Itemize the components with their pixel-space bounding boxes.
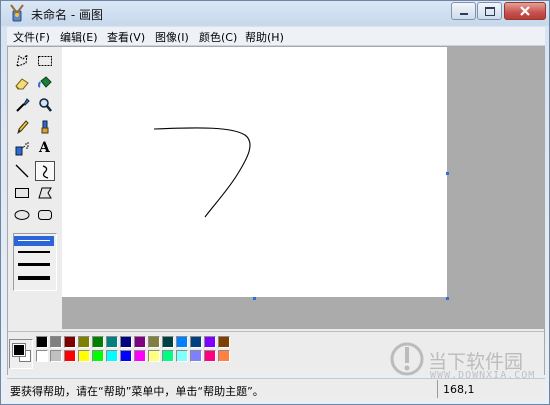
window-title: 未命名 - 画图 — [31, 8, 103, 22]
free-form-select-tool[interactable] — [12, 51, 32, 71]
status-help-text: 要获得帮助，请在“帮助”菜单中，单击“帮助主题”。 — [10, 385, 264, 398]
color-swatch[interactable] — [78, 336, 90, 348]
airbrush-tool[interactable] — [12, 139, 32, 159]
menu-edit[interactable]: 编辑(E) — [60, 29, 98, 45]
line-width-1[interactable] — [18, 240, 50, 241]
rounded-rect-tool[interactable] — [35, 205, 55, 225]
color-swatch[interactable] — [134, 336, 146, 348]
rect-select-icon — [38, 56, 52, 66]
resize-handle-corner[interactable] — [446, 297, 449, 300]
brush-tool[interactable] — [35, 117, 55, 137]
close-icon — [520, 6, 530, 16]
drawing-canvas[interactable] — [62, 47, 447, 297]
rectangle-icon — [15, 188, 29, 198]
color-swatch[interactable] — [78, 350, 90, 362]
paint-app-icon — [10, 4, 24, 22]
eyedropper-icon — [16, 98, 30, 112]
color-swatch[interactable] — [120, 336, 132, 348]
magnifier-tool[interactable] — [35, 95, 55, 115]
menu-help[interactable]: 帮助(H) — [245, 29, 284, 45]
pick-color-tool[interactable] — [12, 95, 32, 115]
line-width-selector — [13, 233, 57, 291]
curve-stroke — [153, 127, 251, 218]
color-swatch[interactable] — [50, 350, 62, 362]
eraser-tool[interactable] — [12, 73, 32, 93]
menu-image[interactable]: 图像(I) — [155, 29, 189, 45]
current-colors — [9, 339, 33, 369]
rect-select-tool[interactable] — [35, 51, 55, 71]
color-swatch[interactable] — [50, 336, 62, 348]
ellipse-icon — [14, 210, 30, 220]
polygon-icon — [38, 187, 52, 199]
watermark-logo-icon — [390, 342, 424, 376]
line-width-4[interactable] — [18, 276, 50, 280]
color-swatch[interactable] — [190, 350, 202, 362]
foreground-color[interactable] — [12, 343, 26, 357]
brush-icon — [41, 120, 49, 134]
color-swatch[interactable] — [162, 350, 174, 362]
color-swatch[interactable] — [36, 336, 48, 348]
color-swatch[interactable] — [148, 336, 160, 348]
menu-view[interactable]: 查看(V) — [107, 29, 145, 45]
color-swatch[interactable] — [106, 350, 118, 362]
color-swatch[interactable] — [64, 336, 76, 348]
airbrush-icon — [15, 142, 29, 156]
paint-window: 未命名 - 画图 文件(F) 编辑(E) 查看(V) 图像(I) 颜色(C) 帮… — [0, 0, 550, 405]
color-swatch[interactable] — [218, 350, 230, 362]
text-tool[interactable]: A — [35, 139, 55, 159]
magnifier-icon — [39, 98, 52, 112]
line-width-2[interactable] — [18, 251, 50, 253]
color-swatch[interactable] — [162, 336, 174, 348]
color-swatch[interactable] — [92, 350, 104, 362]
client-area: A — [7, 46, 545, 375]
color-swatch[interactable] — [190, 336, 202, 348]
color-swatch[interactable] — [148, 350, 160, 362]
watermark-url: WWW.DOWNXIA.COM — [430, 370, 536, 381]
fill-bucket-icon — [38, 76, 52, 88]
rounded-rect-icon — [38, 210, 52, 220]
color-swatch[interactable] — [204, 350, 216, 362]
rectangle-tool[interactable] — [12, 183, 32, 203]
text-icon: A — [39, 140, 50, 156]
line-width-3[interactable] — [18, 263, 50, 266]
free-select-icon — [16, 53, 28, 67]
toolbox: A — [8, 47, 62, 331]
resize-handle-bottom[interactable] — [253, 297, 256, 300]
color-swatch[interactable] — [64, 350, 76, 362]
curve-icon — [42, 165, 49, 179]
color-swatch[interactable] — [120, 350, 132, 362]
ellipse-tool[interactable] — [12, 205, 32, 225]
eraser-icon — [15, 78, 29, 90]
pencil-icon — [17, 120, 29, 135]
line-icon — [15, 164, 29, 178]
pencil-tool[interactable] — [12, 117, 32, 137]
curve-tool[interactable] — [35, 161, 55, 181]
color-swatch[interactable] — [218, 336, 230, 348]
fill-tool[interactable] — [35, 73, 55, 93]
maximize-button[interactable] — [477, 2, 502, 20]
menu-colors[interactable]: 颜色(C) — [199, 29, 237, 45]
menu-bar: 文件(F) 编辑(E) 查看(V) 图像(I) 颜色(C) 帮助(H) — [7, 27, 545, 46]
maximize-icon — [485, 7, 495, 16]
canvas-scroll-area — [62, 47, 544, 329]
color-swatch[interactable] — [36, 350, 48, 362]
close-button[interactable] — [504, 2, 546, 20]
line-width-highlight — [14, 236, 54, 246]
title-bar[interactable]: 未命名 - 画图 — [1, 1, 549, 25]
menu-file[interactable]: 文件(F) — [13, 29, 50, 45]
minimize-button[interactable] — [451, 2, 476, 20]
minimize-icon — [460, 13, 468, 15]
watermark: 当下软件园 WWW.DOWNXIA.COM — [390, 337, 540, 389]
color-swatch[interactable] — [106, 336, 118, 348]
color-swatch[interactable] — [134, 350, 146, 362]
color-swatch[interactable] — [92, 336, 104, 348]
color-swatch[interactable] — [204, 336, 216, 348]
color-swatch[interactable] — [176, 336, 188, 348]
line-tool[interactable] — [12, 161, 32, 181]
color-swatch[interactable] — [176, 350, 188, 362]
polygon-tool[interactable] — [35, 183, 55, 203]
canvas-drawing — [153, 127, 251, 218]
resize-handle-right[interactable] — [446, 172, 449, 175]
